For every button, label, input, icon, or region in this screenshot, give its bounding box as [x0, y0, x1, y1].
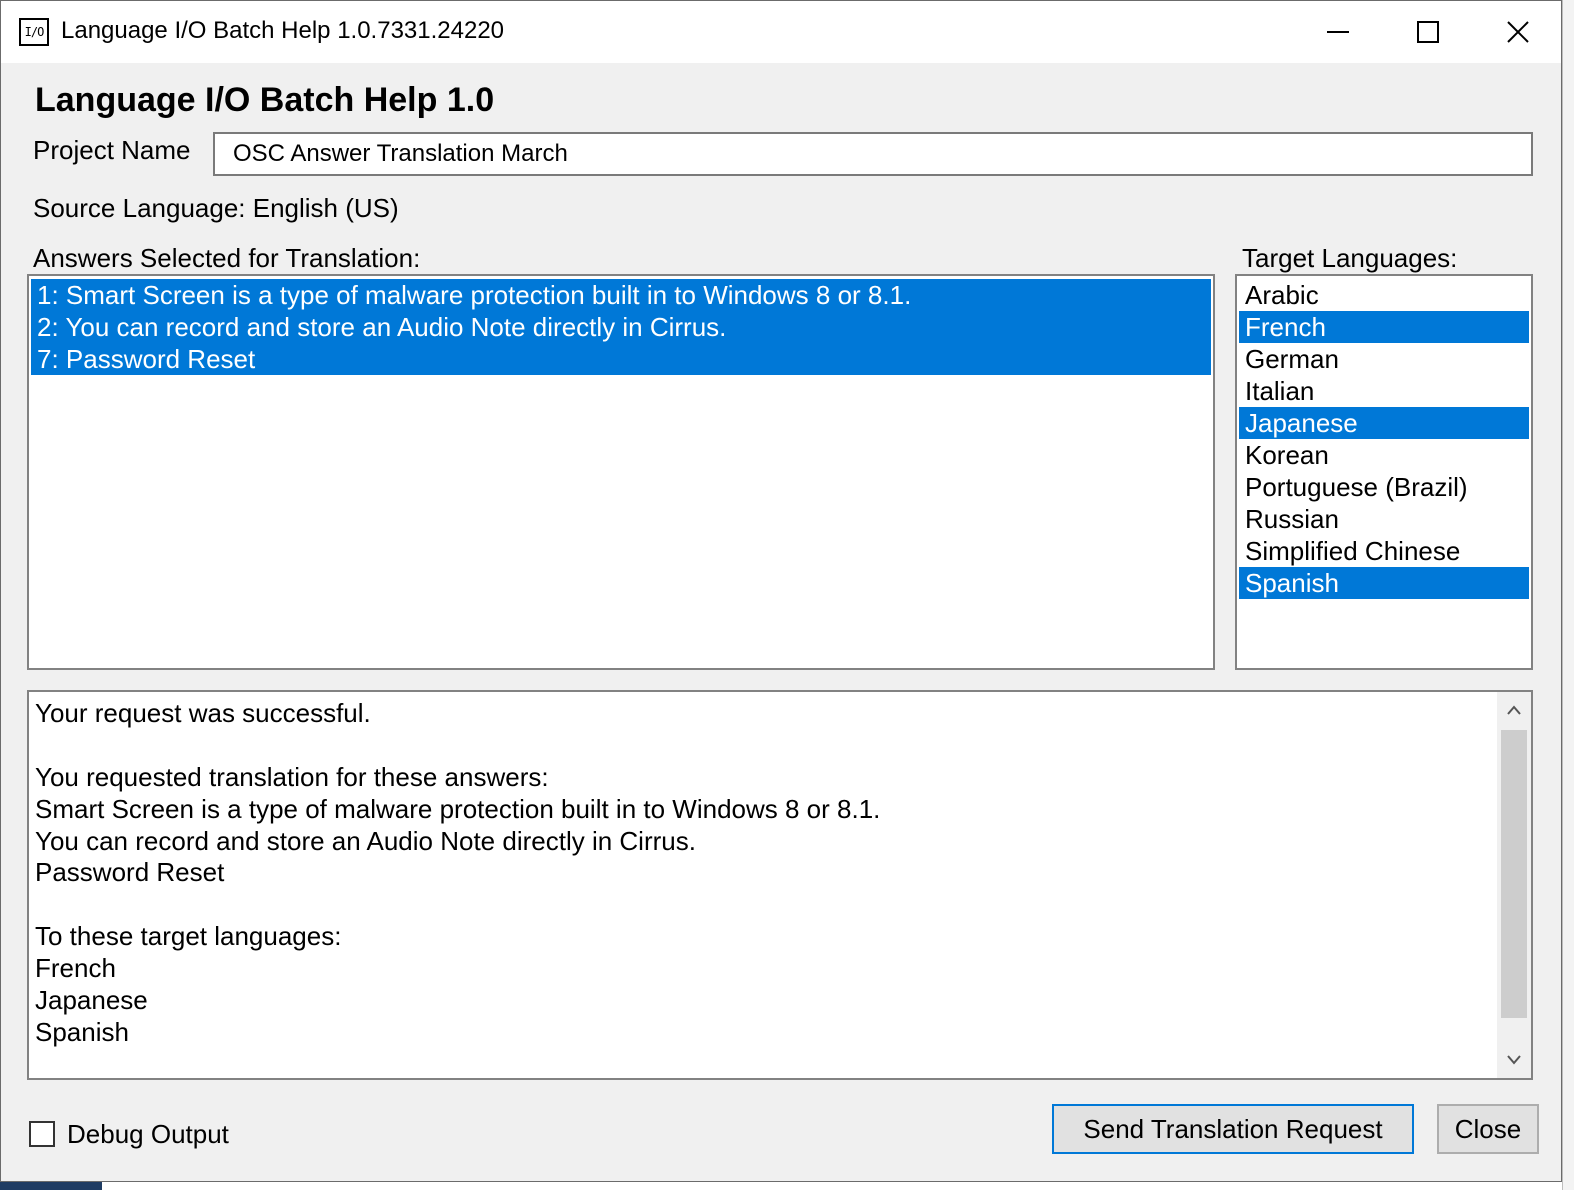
output-scrollbar[interactable]: [1497, 692, 1531, 1078]
language-list-item[interactable]: Korean: [1239, 439, 1529, 471]
title-bar[interactable]: I/O Language I/O Batch Help 1.0.7331.242…: [1, 1, 1561, 63]
language-list-item[interactable]: Japanese: [1239, 407, 1529, 439]
project-name-input[interactable]: [213, 132, 1533, 176]
output-textbox[interactable]: Your request was successful. You requeste…: [27, 690, 1533, 1080]
maximize-icon: [1417, 21, 1439, 43]
chevron-down-icon: [1507, 1055, 1521, 1065]
chevron-up-icon: [1507, 705, 1521, 715]
scroll-down-button[interactable]: [1497, 1042, 1531, 1078]
source-language-label: Source Language: English (US): [33, 193, 399, 223]
output-line: Your request was successful.: [35, 698, 371, 728]
target-languages-listbox[interactable]: Arabic French German Italian Japanese Korean P…: [1235, 274, 1533, 670]
scroll-thumb[interactable]: [1501, 730, 1527, 1018]
language-list-item[interactable]: Portuguese (Brazil): [1239, 471, 1529, 503]
answer-list-item[interactable]: 1: Smart Screen is a type of malware pro…: [31, 279, 1211, 311]
target-languages-label: Target Languages:: [1242, 243, 1458, 273]
project-name-label: Project Name: [33, 135, 191, 165]
output-line: French: [35, 953, 116, 984]
output-line: You can record and store an Audio Note d…: [35, 825, 696, 856]
output-text: Your request was successful. You requeste…: [35, 698, 880, 1049]
language-list-item[interactable]: Italian: [1239, 375, 1529, 407]
answer-list-item[interactable]: 2: You can record and store an Audio Not…: [31, 311, 1211, 343]
language-list-item[interactable]: German: [1239, 343, 1529, 375]
app-window: I/O Language I/O Batch Help 1.0.7331.242…: [0, 0, 1562, 1182]
answer-list-item[interactable]: 7: Password Reset: [31, 343, 1211, 375]
minimize-button[interactable]: [1293, 1, 1383, 63]
send-translation-request-button[interactable]: Send Translation Request: [1052, 1104, 1414, 1154]
language-list-item[interactable]: Russian: [1239, 503, 1529, 535]
language-list-item[interactable]: Arabic: [1239, 279, 1529, 311]
language-list-item[interactable]: French: [1239, 311, 1529, 343]
maximize-button[interactable]: [1383, 1, 1473, 63]
output-line: Spanish: [35, 1016, 129, 1047]
output-line: Password Reset: [35, 857, 225, 888]
language-list-item[interactable]: Spanish: [1239, 567, 1529, 599]
output-line: Smart Screen is a type of malware protec…: [35, 793, 881, 824]
app-icon: I/O: [19, 18, 49, 46]
output-line: Japanese: [35, 985, 148, 1016]
close-button[interactable]: Close: [1437, 1104, 1539, 1154]
close-icon: [1507, 21, 1529, 43]
bottom-edge: [0, 1182, 1562, 1190]
output-line: To these target languages:: [35, 921, 342, 952]
minimize-icon: [1327, 31, 1349, 33]
answers-label: Answers Selected for Translation:: [33, 243, 421, 273]
language-list-item[interactable]: Simplified Chinese: [1239, 535, 1529, 567]
debug-output-label[interactable]: Debug Output: [67, 1119, 229, 1150]
debug-output-checkbox[interactable]: [29, 1121, 55, 1147]
window-edge: [1562, 0, 1574, 1190]
page-title: Language I/O Batch Help 1.0: [35, 81, 495, 119]
window-title: Language I/O Batch Help 1.0.7331.24220: [61, 17, 505, 44]
taskbar-sliver: [0, 1182, 102, 1190]
answers-listbox[interactable]: 1: Smart Screen is a type of malware pro…: [27, 274, 1215, 670]
output-line: You requested translation for these answ…: [35, 761, 549, 792]
close-window-button[interactable]: [1473, 1, 1563, 63]
scroll-up-button[interactable]: [1497, 692, 1531, 728]
